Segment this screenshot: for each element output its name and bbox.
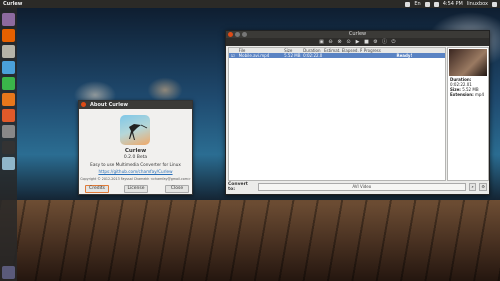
format-selector[interactable]: AVI Video: [257, 182, 466, 191]
row-time: [322, 53, 362, 58]
launcher-firefox-icon[interactable]: [2, 29, 15, 42]
launcher-curlew-icon[interactable]: [2, 157, 15, 170]
launcher: [0, 8, 17, 281]
bird-icon: [129, 124, 148, 140]
info-extension: Extension: mp4: [450, 92, 484, 97]
row-checkbox[interactable]: ☑: [229, 53, 237, 58]
launcher-impress-icon[interactable]: [2, 93, 15, 106]
about-titlebar: About Curlew: [79, 101, 192, 109]
volume-icon[interactable]: [433, 1, 439, 7]
license-button[interactable]: License: [124, 185, 148, 193]
row-file: Mobile.avi.mp4: [238, 53, 270, 58]
remove-icon[interactable]: ⊖: [328, 39, 333, 45]
convert-bar: Convert to: AVI Video ⌕ ⚙: [228, 181, 488, 192]
about-website-link[interactable]: https://github.com/chamfay/Curlew: [79, 169, 192, 174]
about-version: 0.2.0 Beta: [123, 155, 148, 160]
launcher-writer-icon[interactable]: [2, 61, 15, 74]
row-progress: Ready!: [396, 53, 413, 58]
launcher-software-icon[interactable]: [2, 109, 15, 122]
about-app-name: Curlew: [124, 148, 147, 154]
gear-icon[interactable]: [492, 1, 497, 7]
active-app-title: Curlew: [3, 1, 23, 7]
info-icon[interactable]: ⓘ: [382, 39, 387, 45]
quit-icon[interactable]: ⏻: [391, 39, 396, 45]
launcher-trash-icon[interactable]: [2, 266, 15, 279]
curlew-logo-icon: [120, 115, 150, 145]
launcher-calc-icon[interactable]: [2, 77, 15, 90]
close-icon[interactable]: [81, 102, 86, 107]
launcher-dash-icon[interactable]: [2, 13, 15, 26]
system-tray: En 4:54 PM linuxbox: [405, 0, 497, 8]
about-description: Easy to use Multimedia Converter for Lin…: [90, 162, 181, 167]
curlew-titlebar: Curlew: [226, 31, 489, 38]
user-menu[interactable]: linuxbox: [467, 0, 488, 8]
launcher-settings-icon[interactable]: [2, 125, 15, 138]
row-duration: 0:02:22.01: [303, 53, 322, 58]
convert-label: Convert to:: [228, 181, 248, 192]
file-list[interactable]: File Size Duration Estimat. Elapsed. Rem…: [228, 47, 446, 181]
network-icon[interactable]: [405, 1, 411, 7]
preferences-icon[interactable]: ⚙: [373, 39, 378, 45]
credits-button[interactable]: Credits: [85, 185, 109, 193]
close-button[interactable]: Close: [165, 185, 189, 193]
about-copyright: Copyright © 2012-2013 Fayssal Chamekh <c…: [80, 177, 191, 181]
search-icon[interactable]: ⌕: [468, 182, 477, 191]
toolbar: ▣ ⊖ ⊗ ⊙ ▶ ■ ⚙ ⓘ ⏻: [226, 38, 489, 46]
stop-icon[interactable]: ■: [364, 39, 369, 45]
info-duration: Duration: 0:02:22.01: [450, 77, 472, 87]
top-panel: Curlew En 4:54 PM linuxbox: [0, 0, 500, 8]
clock[interactable]: 4:54 PM: [443, 0, 463, 8]
convert-icon[interactable]: ▶: [355, 39, 360, 45]
about-dialog: About Curlew Curlew 0.2.0 Beta Easy to u…: [78, 100, 193, 195]
minimize-icon[interactable]: [235, 32, 240, 37]
row-size: 5.52 MB: [284, 53, 301, 58]
play-icon[interactable]: ⊙: [346, 39, 351, 45]
keyboard-indicator[interactable]: En: [414, 0, 420, 8]
wallpaper-floor: [0, 200, 500, 281]
table-row[interactable]: ☑ Mobile.avi.mp4 5.52 MB 0:02:22.01 Read…: [229, 53, 445, 58]
curlew-window-title: Curlew: [348, 31, 367, 37]
close-icon[interactable]: [228, 32, 233, 37]
curlew-window: Curlew ▣ ⊖ ⊗ ⊙ ▶ ■ ⚙ ⓘ ⏻ File Size Durat…: [225, 30, 490, 195]
battery-icon[interactable]: [424, 1, 430, 7]
maximize-icon[interactable]: [242, 32, 247, 37]
video-thumbnail: [449, 49, 487, 76]
launcher-files-icon[interactable]: [2, 45, 15, 58]
launcher-terminal-icon[interactable]: [2, 141, 15, 154]
preview-panel: Duration: 0:02:22.01 Size: 5.52 MB Exten…: [447, 47, 489, 181]
clear-icon[interactable]: ⊗: [337, 39, 342, 45]
about-window-title: About Curlew: [90, 102, 128, 108]
options-icon[interactable]: ⚙: [479, 182, 488, 191]
add-file-icon[interactable]: ▣: [319, 39, 324, 45]
